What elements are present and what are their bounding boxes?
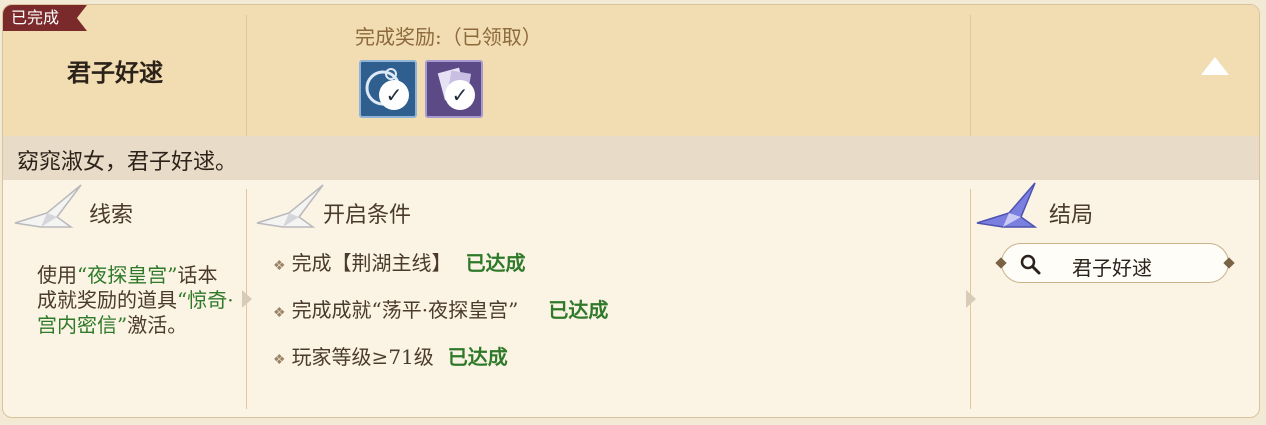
paper-crane-icon: [256, 184, 324, 228]
condition-text: 完成【荆湖主线】: [291, 251, 452, 275]
collapse-button[interactable]: [1201, 57, 1229, 75]
condition-status: 已达成: [447, 345, 508, 369]
reward-item-scroll-token-icon[interactable]: ✓: [359, 60, 417, 118]
completed-badge: 已完成: [3, 5, 87, 31]
condition-status: 已达成: [548, 298, 609, 322]
bullet-icon: ❖: [273, 258, 286, 274]
condition-item: ❖ 完成成就“荡平·夜探皇宫” 已达成: [273, 294, 608, 323]
search-icon: [1020, 254, 1041, 275]
paper-crane-icon: [976, 182, 1038, 228]
divider: [246, 15, 247, 136]
ending-label: 君子好逑: [1072, 256, 1152, 280]
condition-item: ❖ 玩家等级≥71级 已达成: [273, 341, 508, 370]
condition-item: ❖ 完成【荆湖主线】 已达成: [273, 247, 526, 276]
conditions-heading: 开启条件: [323, 203, 412, 228]
diamond-ornament-icon: [995, 257, 1007, 269]
arrow-right-icon: [242, 290, 252, 308]
condition-text: 玩家等级≥71级: [291, 345, 434, 369]
clue-item-name: “夜探皇宫”: [77, 263, 178, 287]
ending-button[interactable]: 君子好逑: [995, 243, 1235, 283]
condition-status: 已达成: [465, 251, 526, 275]
divider: [970, 15, 971, 136]
bullet-icon: ❖: [273, 352, 286, 368]
quest-title: 君子好逑: [67, 58, 163, 87]
clue-text-part: 激活。: [127, 313, 188, 337]
ending-heading: 结局: [1049, 203, 1094, 228]
reward-title: 完成奖励:（已领取）: [355, 25, 542, 49]
claimed-check-icon: ✓: [379, 80, 409, 110]
achievement-card: 已完成 君子好逑 完成奖励:（已领取） ✓ ✓ 窈窕淑女，君子好逑。 线索 使用…: [2, 4, 1260, 418]
condition-text: 完成成就“荡平·夜探皇宫”: [291, 298, 519, 322]
claimed-check-icon: ✓: [445, 80, 475, 110]
paper-crane-icon: [14, 184, 82, 228]
clue-text: 使用“夜探皇宫”话本成就奖励的道具“惊奇·宫内密信”激活。: [37, 263, 237, 338]
bullet-icon: ❖: [273, 305, 286, 321]
diamond-ornament-icon: [1223, 257, 1235, 269]
reward-item-secret-letter-icon[interactable]: ✓: [425, 60, 483, 118]
card-header: 已完成 君子好逑 完成奖励:（已领取） ✓ ✓: [3, 5, 1259, 136]
quote-bar: 窈窕淑女，君子好逑。: [3, 136, 1259, 180]
clue-text-part: 使用: [37, 263, 77, 287]
arrow-right-icon: [966, 290, 976, 308]
quest-quote: 窈窕淑女，君子好逑。: [17, 150, 238, 175]
clue-heading: 线索: [89, 203, 134, 228]
